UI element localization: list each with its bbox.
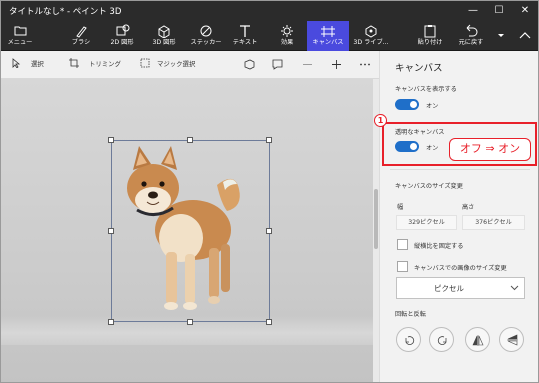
comment-icon[interactable] xyxy=(272,59,283,70)
resize-handle-top-left[interactable] xyxy=(108,137,114,143)
lock-aspect-checkbox[interactable] xyxy=(397,239,408,250)
resize-handle-right[interactable] xyxy=(266,228,272,234)
effects-icon xyxy=(281,25,293,37)
resize-image-checkbox[interactable] xyxy=(397,261,408,272)
rotate-right-icon xyxy=(437,336,447,345)
undo-icon xyxy=(466,24,478,37)
crop-button[interactable]: トリミング xyxy=(89,59,121,68)
rotate-left-icon xyxy=(405,336,415,345)
height-label: 高さ xyxy=(462,204,475,211)
tool-2d-shapes[interactable]: 2D 図形 xyxy=(104,21,140,51)
rotate-left-button[interactable] xyxy=(396,327,421,352)
canvas-panel: キャンバス キャンバスを表示する オン 透明なキャンバス オン キャンバスのサイ… xyxy=(379,51,538,382)
view-3d-icon[interactable] xyxy=(244,59,255,70)
annotation-label: オフ ⇒ オン xyxy=(449,138,531,161)
rotate-flip-heading: 回転と反転 xyxy=(395,311,426,318)
tool-brush[interactable]: ブラシ xyxy=(67,21,95,51)
tool-2d-shapes-label: 2D 図形 xyxy=(110,39,134,46)
text-icon xyxy=(240,25,250,37)
tool-3d-shapes-label: 3D 図形 xyxy=(152,39,176,46)
paint-3d-window: タイトルなし* - ペイント 3D — ☐ ✕ メニュー ブラシ 2D 図形 3… xyxy=(0,0,539,383)
undo-label: 元に戻す xyxy=(458,39,484,46)
tool-effects-label: 効果 xyxy=(280,39,294,46)
width-input[interactable]: 329ピクセル xyxy=(396,215,457,230)
history-dropdown-button[interactable] xyxy=(493,21,509,51)
tool-3d-library[interactable]: 3D ライブ... xyxy=(351,21,391,51)
crop-icon[interactable] xyxy=(69,58,79,68)
maximize-button[interactable]: ☐ xyxy=(486,1,512,21)
minimize-button[interactable]: — xyxy=(460,1,486,21)
clipboard-icon xyxy=(424,25,436,38)
show-canvas-state: オン xyxy=(426,103,439,110)
resize-handle-bottom-left[interactable] xyxy=(108,319,114,325)
tool-canvas[interactable]: キャンバス xyxy=(307,21,349,51)
tool-effects[interactable]: 効果 xyxy=(273,21,301,51)
tool-3d-library-label: 3D ライブ... xyxy=(353,39,389,46)
paste-label: 貼り付け xyxy=(417,39,443,46)
caret-down-icon xyxy=(498,34,504,37)
more-options-icon[interactable] xyxy=(359,59,371,70)
2d-shapes-icon xyxy=(116,24,130,36)
menu-button[interactable]: メニュー xyxy=(5,21,35,51)
unit-value: ピクセル xyxy=(434,284,464,293)
tool-canvas-label: キャンバス xyxy=(312,39,344,46)
flip-horizontal-icon xyxy=(472,335,484,346)
flip-horizontal-button[interactable] xyxy=(465,327,490,352)
tool-stickers[interactable]: ステッカー xyxy=(188,21,224,51)
unit-dropdown[interactable]: ピクセル xyxy=(396,277,525,299)
resize-image-label: キャンバスでの画像のサイズ変更 xyxy=(414,265,507,272)
show-canvas-toggle[interactable] xyxy=(395,99,419,110)
zoom-in-icon[interactable] xyxy=(331,59,342,70)
close-button[interactable]: ✕ xyxy=(512,1,538,21)
lock-aspect-label: 縦横比を固定する xyxy=(414,243,464,250)
scrollbar-thumb[interactable] xyxy=(374,189,378,249)
zoom-out-icon[interactable] xyxy=(302,59,313,70)
pointer-icon[interactable] xyxy=(11,58,21,68)
canvas-icon xyxy=(321,26,335,37)
title-bar: タイトルなし* - ペイント 3D — ☐ ✕ xyxy=(1,1,538,21)
tool-3d-shapes[interactable]: 3D 図形 xyxy=(146,21,182,51)
chevron-down-icon xyxy=(510,285,519,291)
menu-label: メニュー xyxy=(7,39,33,46)
panel-divider xyxy=(390,169,530,170)
rotate-right-button[interactable] xyxy=(429,327,454,352)
height-input[interactable]: 376ピクセル xyxy=(462,215,525,230)
annotation-step-number: 1 xyxy=(374,114,387,127)
resize-handle-top-right[interactable] xyxy=(266,137,272,143)
tool-stickers-label: ステッカー xyxy=(190,39,222,46)
resize-handle-bottom-right[interactable] xyxy=(266,319,272,325)
resize-handle-left[interactable] xyxy=(108,228,114,234)
tool-brush-label: ブラシ xyxy=(71,39,91,46)
canvas-toolbar: 選択 トリミング マジック選択 xyxy=(1,51,379,79)
tool-text-label: テキスト xyxy=(232,39,258,46)
undo-button[interactable]: 元に戻す xyxy=(453,21,489,51)
resize-heading: キャンバスのサイズ変更 xyxy=(395,183,463,190)
select-button[interactable]: 選択 xyxy=(31,59,44,68)
tool-text[interactable]: テキスト xyxy=(230,21,260,51)
paste-button[interactable]: 貼り付け xyxy=(413,21,447,51)
ribbon: メニュー ブラシ 2D 図形 3D 図形 ステッカー テキスト 効果 キャンバス… xyxy=(1,21,538,51)
3d-shapes-icon xyxy=(158,25,170,38)
resize-handle-bottom[interactable] xyxy=(187,319,193,325)
collapse-ribbon-button[interactable] xyxy=(513,21,537,51)
magic-select-icon[interactable] xyxy=(140,58,150,68)
canvas-selection-box[interactable] xyxy=(111,140,270,322)
flip-vertical-icon xyxy=(507,334,518,346)
window-title: タイトルなし* - ペイント 3D xyxy=(9,7,122,17)
resize-handle-top[interactable] xyxy=(187,137,193,143)
width-label: 幅 xyxy=(397,204,404,211)
folder-icon xyxy=(14,26,27,36)
panel-title: キャンバス xyxy=(395,63,443,74)
flip-vertical-button[interactable] xyxy=(499,327,524,352)
brush-icon xyxy=(76,26,87,38)
show-canvas-label: キャンバスを表示する xyxy=(395,86,457,93)
sticker-icon xyxy=(200,25,212,37)
chevron-up-icon xyxy=(519,32,531,39)
3d-library-icon xyxy=(365,25,377,38)
magic-select-button[interactable]: マジック選択 xyxy=(157,59,195,68)
